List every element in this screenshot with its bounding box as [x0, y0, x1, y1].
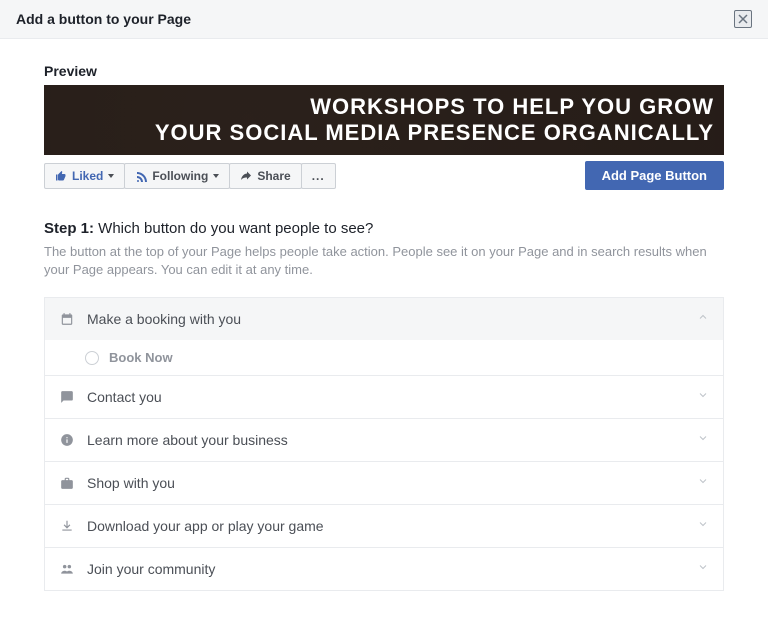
ellipsis-icon: ...: [312, 169, 325, 183]
chevron-down-icon: [697, 560, 709, 578]
calendar-icon: [59, 311, 75, 327]
accordion-body: Book Now: [45, 340, 723, 375]
dialog-content: Preview WORKSHOPS TO HELP YOU GROW YOUR …: [0, 39, 768, 615]
radio-label: Book Now: [109, 350, 173, 365]
bag-icon: [59, 475, 75, 491]
step-title: Step 1: Which button do you want people …: [44, 220, 724, 237]
share-icon: [240, 170, 252, 182]
following-button[interactable]: Following: [124, 163, 230, 189]
caret-down-icon: [213, 174, 219, 178]
preview-cover-image: WORKSHOPS TO HELP YOU GROW YOUR SOCIAL M…: [44, 85, 724, 155]
dialog-title: Add a button to your Page: [16, 11, 191, 27]
accordion-header[interactable]: Contact you: [45, 376, 723, 418]
accordion-header[interactable]: Learn more about your business: [45, 419, 723, 461]
accordion-item: Make a book­ing with you Book Now: [45, 298, 723, 375]
accordion-label: Join your community: [87, 561, 215, 577]
rss-icon: [135, 170, 147, 182]
accordion-item: Shop with you: [45, 461, 723, 504]
button-type-accordion: Make a book­ing with you Book Now Contact …: [44, 297, 724, 591]
accordion-header[interactable]: Make a book­ing with you: [45, 298, 723, 340]
preview-label: Preview: [44, 63, 724, 79]
add-page-button[interactable]: Add Page Button: [585, 161, 724, 190]
accordion-header[interactable]: Join your community: [45, 548, 723, 590]
chevron-down-icon: [697, 431, 709, 449]
accordion-label: Learn more about your business: [87, 432, 288, 448]
chat-icon: [59, 389, 75, 405]
radio-option[interactable]: Book Now: [85, 350, 709, 365]
accordion-item: Join your community: [45, 547, 723, 590]
share-button[interactable]: Share: [229, 163, 301, 189]
chevron-down-icon: [697, 517, 709, 535]
more-button[interactable]: ...: [301, 163, 336, 189]
page-action-buttons: Liked Following Share ...: [44, 163, 336, 189]
liked-button[interactable]: Liked: [44, 163, 125, 189]
chevron-down-icon: [697, 474, 709, 492]
accordion-label: Shop with you: [87, 475, 175, 491]
step-section: Step 1: Which button do you want people …: [44, 220, 724, 591]
group-icon: [59, 561, 75, 577]
info-icon: [59, 432, 75, 448]
step-description: The button at the top of your Page helps…: [44, 243, 724, 279]
accordion-item: Contact you: [45, 375, 723, 418]
thumbs-up-icon: [55, 170, 67, 182]
dialog-header: Add a button to your Page: [0, 0, 768, 39]
accordion-label: Make a book­ing with you: [87, 311, 241, 327]
chevron-down-icon: [697, 388, 709, 406]
accordion-item: Download your app or play your game: [45, 504, 723, 547]
preview-actions-row: Liked Following Share ... Add Page Butto…: [44, 161, 724, 190]
accordion-label: Download your app or play your game: [87, 518, 324, 534]
accordion-header[interactable]: Download your app or play your game: [45, 505, 723, 547]
caret-down-icon: [108, 174, 114, 178]
close-icon: [738, 14, 748, 24]
accordion-header[interactable]: Shop with you: [45, 462, 723, 504]
cover-text: WORKSHOPS TO HELP YOU GROW YOUR SOCIAL M…: [155, 94, 714, 147]
chevron-up-icon: [697, 310, 709, 328]
accordion-label: Contact you: [87, 389, 162, 405]
download-icon: [59, 518, 75, 534]
close-button[interactable]: [734, 10, 752, 28]
radio-input[interactable]: [85, 351, 99, 365]
accordion-item: Learn more about your business: [45, 418, 723, 461]
